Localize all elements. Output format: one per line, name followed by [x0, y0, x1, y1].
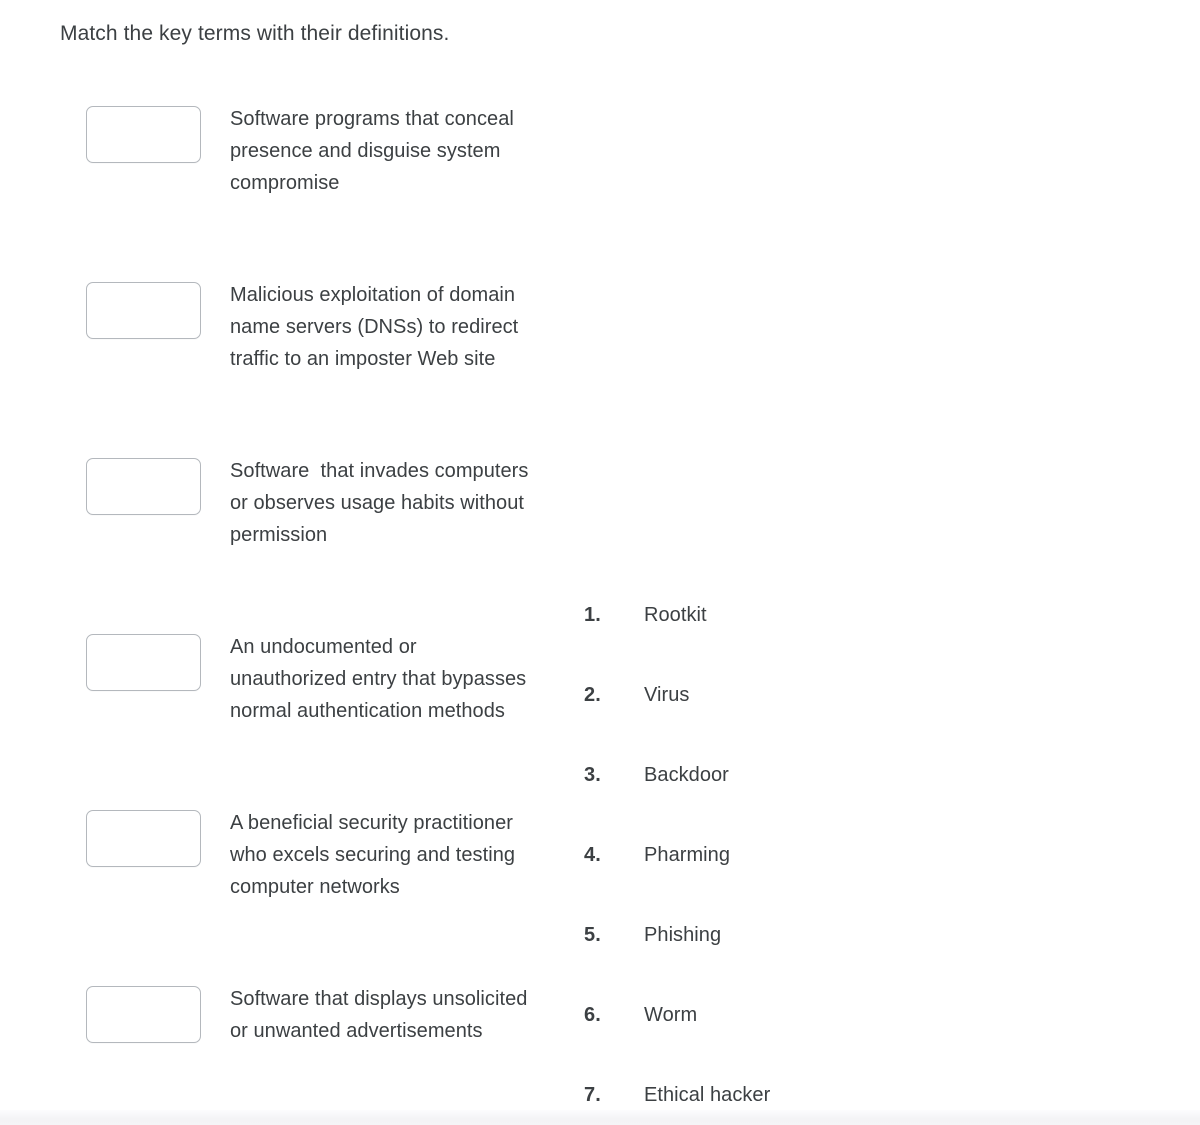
term-label: Ethical hacker [644, 1084, 771, 1106]
term-number: 6. [584, 1004, 601, 1026]
term-label: Worm [644, 1004, 698, 1026]
answer-dropdown-5[interactable] [86, 810, 201, 867]
answer-dropdown-1[interactable] [86, 106, 201, 163]
term-number: 3. [584, 764, 601, 786]
match-row: An undocumented or unauthorized entry th… [86, 634, 535, 727]
term-list-item: 1. Rootkit [584, 604, 707, 627]
question-page: Match the key terms with their definitio… [0, 0, 1200, 1125]
term-list-item: 7. Ethical hacker [584, 1084, 770, 1107]
term-number: 7. [584, 1084, 601, 1106]
bottom-edge-band [0, 1110, 1200, 1125]
answer-dropdown-2[interactable] [86, 282, 201, 339]
term-label: Virus [644, 684, 690, 706]
term-list-item: 4. Pharming [584, 844, 730, 867]
term-label: Rootkit [644, 604, 707, 626]
question-prompt: Match the key terms with their definitio… [60, 22, 450, 45]
definition-text: A beneficial security practitioner who e… [230, 812, 521, 898]
definition-text: Software that invades computers or obser… [230, 460, 535, 546]
term-number: 4. [584, 844, 601, 866]
term-label: Backdoor [644, 764, 729, 786]
term-list-item: 3. Backdoor [584, 764, 729, 787]
answer-dropdown-6[interactable] [86, 986, 201, 1043]
term-number: 1. [584, 604, 601, 626]
match-row: A beneficial security practitioner who e… [86, 810, 535, 903]
term-number: 2. [584, 684, 601, 706]
match-row: Software programs that conceal presence … [86, 106, 535, 199]
term-number: 5. [584, 924, 601, 946]
term-list-item: 5. Phishing [584, 924, 721, 947]
term-label: Phishing [644, 924, 722, 946]
match-row: Software that displays unsolicited or un… [86, 986, 535, 1047]
answer-dropdown-4[interactable] [86, 634, 201, 691]
term-label: Pharming [644, 844, 730, 866]
definition-text: Software that displays unsolicited or un… [230, 988, 534, 1042]
term-list-item: 2. Virus [584, 684, 689, 707]
answer-dropdown-3[interactable] [86, 458, 201, 515]
term-list-item: 6. Worm [584, 1004, 697, 1027]
match-row: Software that invades computers or obser… [86, 458, 535, 551]
match-row: Malicious exploitation of domain name se… [86, 282, 535, 375]
definition-text: Software programs that conceal presence … [230, 108, 520, 194]
definition-text: An undocumented or unauthorized entry th… [230, 636, 532, 722]
definition-text: Malicious exploitation of domain name se… [230, 284, 524, 370]
